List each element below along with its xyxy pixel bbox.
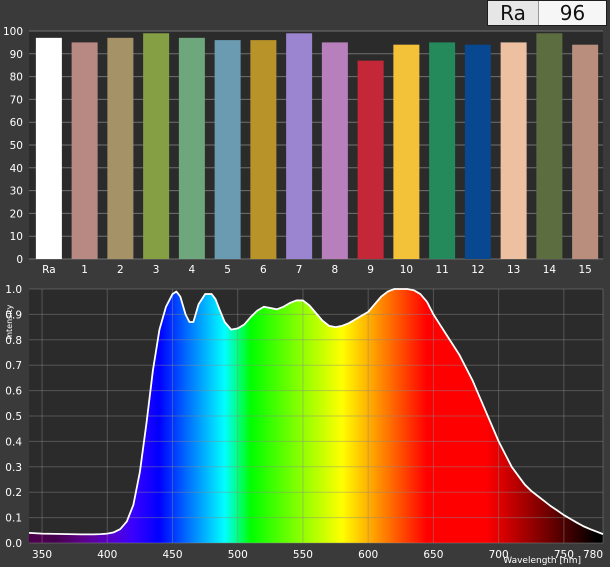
spectrum-x-axis-label: Wavelength [nm] bbox=[503, 556, 581, 566]
spectrum-x-tick-label: 650 bbox=[423, 549, 443, 561]
spectrum-x-tick-label: 600 bbox=[358, 549, 378, 561]
spectrum-y-tick-label: 0.1 bbox=[5, 513, 22, 525]
spectrum-x-tick-label: 350 bbox=[32, 549, 52, 561]
spectrum-y-axis-label: Intensity bbox=[5, 304, 14, 339]
spectrum-y-tick-label: 0.5 bbox=[5, 411, 22, 423]
spectrum-y-tick-label: 0.2 bbox=[5, 487, 22, 499]
spectrum-y-tick-label: 0.7 bbox=[5, 360, 22, 372]
spectrum-x-tick-label: 780 bbox=[583, 549, 603, 561]
spectrum-y-tick-label: 1.0 bbox=[5, 284, 22, 296]
spectrum-y-tick-label: 0.3 bbox=[5, 462, 22, 474]
spectrum-x-tick-label: 500 bbox=[228, 549, 248, 561]
spectrum-chart: 0.00.10.20.30.40.50.60.70.80.91.0350 400 4… bbox=[5, 284, 604, 566]
spectrum-x-tick-label: 400 bbox=[97, 549, 117, 561]
spectrum-x-tick-label: 450 bbox=[162, 549, 182, 561]
spectrum-y-tick-label: 0.0 bbox=[5, 538, 22, 550]
spectrum-y-tick-label: 0.6 bbox=[5, 386, 22, 398]
spectrum-x-tick-label: 550 bbox=[293, 549, 313, 561]
spectrum-y-tick-label: 0.4 bbox=[5, 436, 22, 448]
